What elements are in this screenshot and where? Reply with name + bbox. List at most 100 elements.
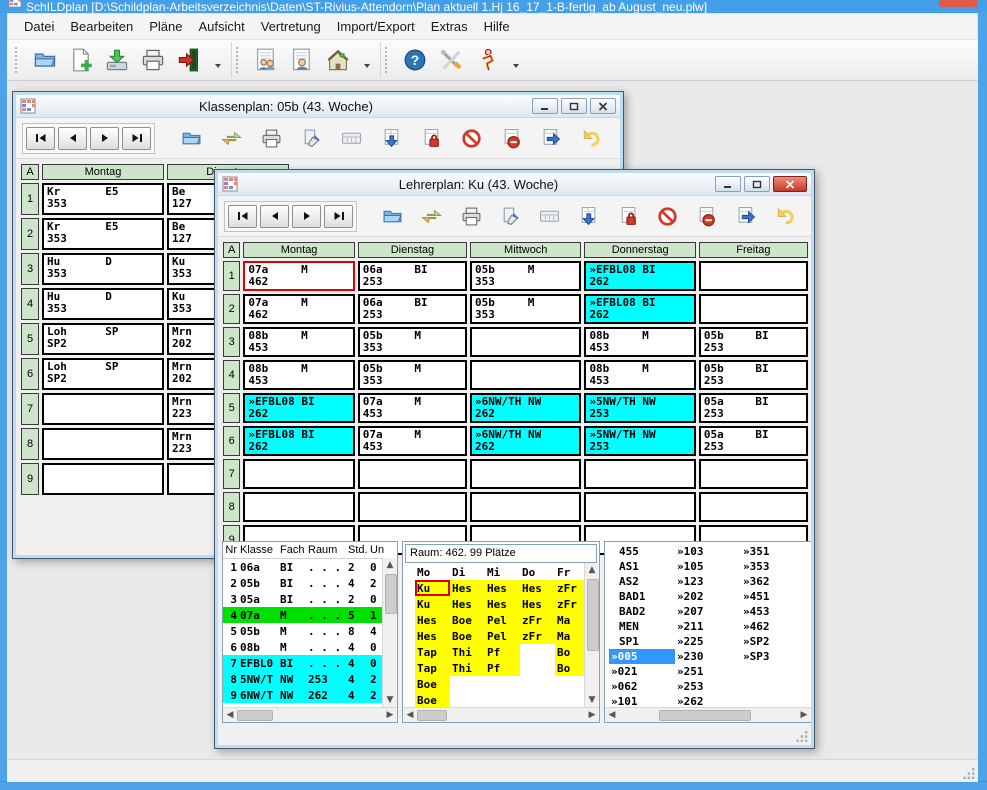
plan-cell[interactable]: »5NW/TH NW253 — [584, 393, 695, 423]
scrollbar-thumb[interactable] — [385, 574, 397, 614]
lessons-vertical-scrollbar[interactable]: ▲ ▼ — [382, 558, 397, 707]
plan-cell[interactable] — [42, 463, 164, 495]
scrollbar-thumb[interactable] — [587, 579, 599, 651]
scroll-down-icon[interactable]: ▼ — [585, 693, 599, 707]
plan-cell[interactable]: »6NW/TH NW262 — [470, 393, 581, 423]
swap-arrows-button[interactable] — [412, 201, 451, 231]
room-item[interactable]: »353 — [741, 559, 807, 574]
plan-cell[interactable]: KrE5353 — [42, 183, 164, 215]
plan-cell[interactable]: KrE5353 — [42, 218, 164, 250]
room-schedule-cell[interactable]: Tap — [415, 660, 450, 676]
room-schedule-cell[interactable] — [450, 676, 485, 692]
table-forward-button[interactable] — [726, 201, 765, 231]
room-item[interactable]: »351 — [741, 544, 807, 559]
scroll-up-icon[interactable]: ▲ — [585, 563, 599, 577]
plan-cell[interactable]: 06aBI253 — [358, 294, 467, 324]
forbid-button[interactable] — [648, 201, 687, 231]
menu-item-pläne[interactable]: Pläne — [141, 16, 190, 37]
plan-cell[interactable]: 05bBI253 — [699, 360, 808, 390]
menu-item-bearbeiten[interactable]: Bearbeiten — [62, 16, 141, 37]
scroll-up-icon[interactable]: ▲ — [383, 558, 397, 572]
print-button[interactable] — [135, 44, 171, 76]
close-button[interactable] — [773, 176, 807, 192]
room-schedule-cell[interactable]: Hes — [520, 596, 555, 612]
room-schedule-horizontal-scrollbar[interactable]: ◀ ▶ — [403, 707, 599, 722]
room-schedule-cell[interactable]: Hes — [450, 596, 485, 612]
room-item[interactable]: MEN — [609, 619, 675, 634]
table-lock-button[interactable] — [411, 123, 451, 153]
room-schedule-cell[interactable]: Thi — [450, 660, 485, 676]
room-schedule-cell[interactable]: Pf — [485, 644, 520, 660]
nav-last-button[interactable] — [122, 127, 151, 150]
plan-cell[interactable]: 05bM353 — [358, 360, 467, 390]
nav-last-button[interactable] — [324, 205, 353, 228]
lesson-row[interactable]: 407aM. . . .51 — [223, 607, 397, 623]
room-item[interactable]: »021 — [609, 664, 675, 679]
menu-item-datei[interactable]: Datei — [16, 16, 62, 37]
plan-cell[interactable] — [358, 459, 467, 489]
drive-import-button[interactable] — [99, 44, 135, 76]
table-download-button[interactable] — [569, 201, 608, 231]
plan-cell[interactable]: 05bM353 — [470, 294, 581, 324]
lesson-row[interactable]: 305aBI. . . .20 — [223, 591, 397, 607]
rooms-horizontal-scrollbar[interactable]: ◀ ▶ — [605, 707, 811, 722]
room-schedule-cell[interactable]: Pf — [485, 660, 520, 676]
plan-cell[interactable]: »EFBL08 BI262 — [243, 426, 354, 456]
plan-cell[interactable]: »5NW/TH NW253 — [584, 426, 695, 456]
room-item[interactable]: »105 — [675, 559, 741, 574]
plan-cell[interactable]: 05bM353 — [358, 327, 467, 357]
toolbar-drag-grip[interactable] — [15, 47, 21, 73]
room-schedule-cell[interactable]: Pel — [485, 612, 520, 628]
room-item[interactable]: »462 — [741, 619, 807, 634]
room-item[interactable]: »202 — [675, 589, 741, 604]
plan-cell[interactable] — [699, 492, 808, 522]
undo-button[interactable] — [571, 123, 611, 153]
plan-person-button[interactable] — [284, 44, 320, 76]
page-edit-button[interactable] — [291, 123, 331, 153]
plan-cell[interactable] — [699, 261, 808, 291]
plan-cell[interactable]: »EFBL08 BI262 — [584, 294, 695, 324]
exit-door-button[interactable] — [171, 44, 207, 76]
room-item[interactable]: »SP3 — [741, 649, 807, 664]
plan-cell[interactable] — [699, 459, 808, 489]
plan-cell[interactable]: 05bBI253 — [699, 327, 808, 357]
info-figure-button[interactable] — [469, 44, 505, 76]
menu-item-hilfe[interactable]: Hilfe — [476, 16, 518, 37]
room-schedule-cell[interactable]: Boe — [450, 612, 485, 628]
scroll-left-icon[interactable]: ◀ — [403, 710, 417, 720]
main-window-titlebar[interactable]: SchILDplan [D:\Schildplan-Arbeitsverzeic… — [0, 0, 987, 13]
plan-cell[interactable]: 05bM353 — [470, 261, 581, 291]
room-item[interactable]: »123 — [675, 574, 741, 589]
room-item[interactable]: »103 — [675, 544, 741, 559]
room-schedule-cell[interactable]: Boe — [415, 676, 450, 692]
plan-cell[interactable] — [470, 327, 581, 357]
nav-first-button[interactable] — [228, 205, 257, 228]
scroll-right-icon[interactable]: ▶ — [797, 710, 811, 720]
room-schedule-cell[interactable]: Tap — [415, 644, 450, 660]
nav-first-button[interactable] — [26, 127, 55, 150]
plan-cell[interactable] — [243, 459, 354, 489]
plan-cell[interactable]: 05aBI253 — [699, 393, 808, 423]
room-schedule-cell[interactable]: Hes — [415, 628, 450, 644]
room-schedule-vertical-scrollbar[interactable]: ▲ ▼ — [584, 563, 599, 707]
table-download-button[interactable] — [371, 123, 411, 153]
scroll-down-icon[interactable]: ▼ — [383, 693, 397, 707]
table-remove-button[interactable] — [687, 201, 726, 231]
plan-cell[interactable]: LohSPSP2 — [42, 358, 164, 390]
klassenplan-titlebar[interactable]: Klassenplan: 05b (43. Woche) — [16, 95, 620, 118]
maximize-button[interactable] — [561, 98, 587, 114]
lesson-row[interactable]: 96NW/TNW26242 — [223, 687, 397, 703]
room-item[interactable]: BAD2 — [609, 604, 675, 619]
plan-cell[interactable]: 08bM453 — [584, 327, 695, 357]
room-item[interactable]: »005 — [609, 649, 675, 664]
room-schedule-cell[interactable]: Hes — [415, 612, 450, 628]
plan-cell[interactable] — [470, 360, 581, 390]
lesson-row[interactable]: 505bM. . . .84 — [223, 623, 397, 639]
room-item[interactable]: »451 — [741, 589, 807, 604]
plan-cell[interactable] — [470, 459, 581, 489]
plan-cell[interactable] — [42, 393, 164, 425]
forbid-button[interactable] — [451, 123, 491, 153]
room-item[interactable]: 455 — [609, 544, 675, 559]
plan-cell[interactable]: 05aBI253 — [699, 426, 808, 456]
room-schedule-cell[interactable]: Hes — [485, 596, 520, 612]
